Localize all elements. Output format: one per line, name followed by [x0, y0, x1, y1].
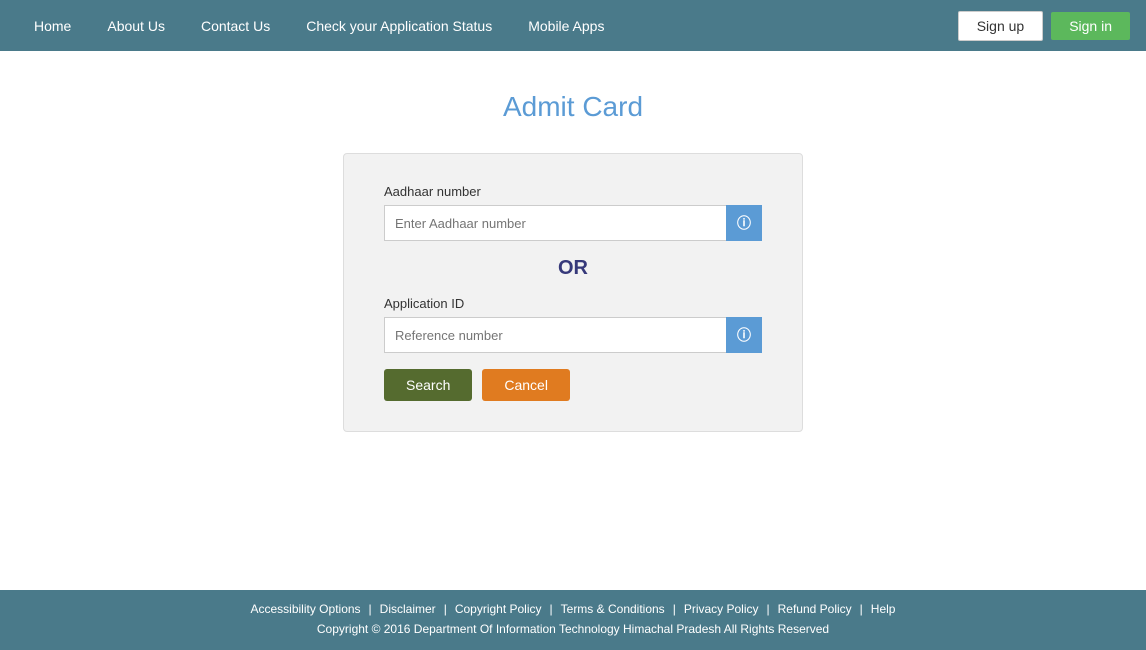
nav-check-status[interactable]: Check your Application Status [288, 0, 510, 51]
signin-button[interactable]: Sign in [1051, 12, 1130, 40]
navbar: Home About Us Contact Us Check your Appl… [0, 0, 1146, 51]
signup-button[interactable]: Sign up [958, 11, 1043, 41]
aadhaar-info-button[interactable]: ⓘ [726, 205, 762, 241]
footer-copyright: Copyright © 2016 Department Of Informati… [16, 622, 1130, 636]
nav-home[interactable]: Home [16, 0, 89, 51]
aadhaar-input-row: ⓘ [384, 205, 762, 241]
cancel-button[interactable]: Cancel [482, 369, 570, 401]
application-id-label: Application ID [384, 296, 762, 311]
footer-accessibility[interactable]: Accessibility Options [243, 602, 369, 616]
application-id-input-row: ⓘ [384, 317, 762, 353]
footer-links: Accessibility Options | Disclaimer | Cop… [16, 602, 1130, 616]
footer-privacy[interactable]: Privacy Policy [676, 602, 767, 616]
search-button[interactable]: Search [384, 369, 472, 401]
nav-about[interactable]: About Us [89, 0, 183, 51]
page-title: Admit Card [503, 91, 643, 123]
main-content: Admit Card Aadhaar number ⓘ OR Applicati… [0, 51, 1146, 590]
footer-terms[interactable]: Terms & Conditions [553, 602, 673, 616]
footer-refund[interactable]: Refund Policy [770, 602, 860, 616]
aadhaar-input[interactable] [384, 205, 726, 241]
navbar-actions: Sign up Sign in [958, 11, 1130, 41]
footer-disclaimer[interactable]: Disclaimer [372, 602, 444, 616]
nav-contact[interactable]: Contact Us [183, 0, 288, 51]
form-buttons: Search Cancel [384, 369, 762, 401]
footer-copyright-policy[interactable]: Copyright Policy [447, 602, 550, 616]
footer: Accessibility Options | Disclaimer | Cop… [0, 590, 1146, 650]
application-id-input[interactable] [384, 317, 726, 353]
admit-card-form: Aadhaar number ⓘ OR Application ID ⓘ Sea… [343, 153, 803, 432]
application-id-info-button[interactable]: ⓘ [726, 317, 762, 353]
nav-links: Home About Us Contact Us Check your Appl… [16, 0, 958, 51]
nav-mobile-apps[interactable]: Mobile Apps [510, 0, 622, 51]
footer-help[interactable]: Help [863, 602, 904, 616]
aadhaar-label: Aadhaar number [384, 184, 762, 199]
or-divider: OR [384, 257, 762, 280]
